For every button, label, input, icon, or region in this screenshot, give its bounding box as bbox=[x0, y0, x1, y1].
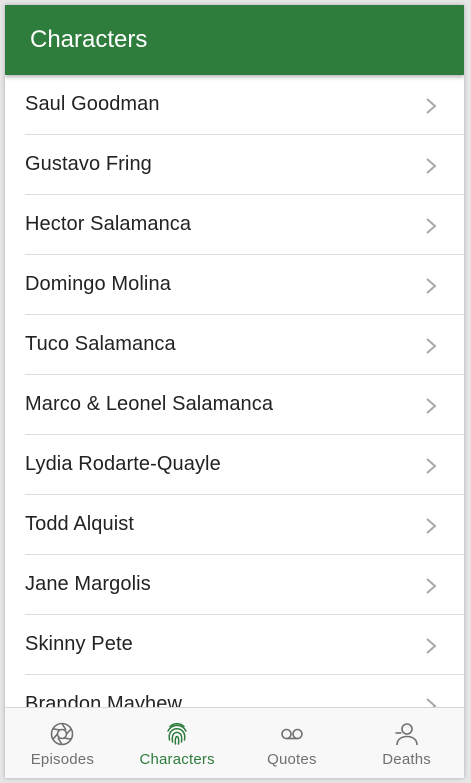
list-item-label: Domingo Molina bbox=[25, 273, 171, 295]
tab-label: Quotes bbox=[267, 751, 317, 768]
list-item[interactable]: Domingo Molina bbox=[25, 255, 464, 315]
tab-quotes[interactable]: Quotes bbox=[235, 708, 350, 778]
bottom-tab-bar: Episodes Characters Quotes Deaths bbox=[5, 707, 464, 778]
list-item[interactable]: Tuco Salamanca bbox=[25, 315, 464, 375]
list-item-label: Saul Goodman bbox=[25, 93, 160, 115]
page-title: Characters bbox=[30, 26, 148, 53]
fingerprint-icon bbox=[167, 722, 187, 745]
tab-characters[interactable]: Characters bbox=[120, 708, 235, 778]
app-window: Characters Saul Goodman Gustavo Fring He… bbox=[5, 5, 464, 778]
chevron-right-icon bbox=[426, 458, 437, 474]
tab-deaths[interactable]: Deaths bbox=[349, 708, 464, 778]
person-minus-icon bbox=[395, 723, 418, 746]
tab-label: Episodes bbox=[30, 751, 95, 768]
list-item-label: Gustavo Fring bbox=[25, 153, 152, 175]
chevron-right-icon bbox=[426, 158, 437, 174]
tab-label: Deaths bbox=[382, 751, 431, 768]
chevron-right-icon bbox=[426, 518, 437, 534]
list-item[interactable]: Todd Alquist bbox=[25, 495, 464, 555]
chevron-right-icon bbox=[426, 98, 437, 114]
chevron-right-icon bbox=[426, 638, 437, 654]
list-item-label: Skinny Pete bbox=[25, 633, 133, 655]
aperture-icon bbox=[51, 722, 74, 746]
list-item[interactable]: Gustavo Fring bbox=[25, 135, 464, 195]
chevron-right-icon bbox=[426, 578, 437, 594]
list-item[interactable]: Hector Salamanca bbox=[25, 195, 464, 255]
list-item[interactable]: Marco & Leonel Salamanca bbox=[25, 375, 464, 435]
list-item[interactable]: Jane Margolis bbox=[25, 555, 464, 615]
list-item-label: Hector Salamanca bbox=[25, 213, 192, 235]
list-item[interactable]: Lydia Rodarte-Quayle bbox=[25, 435, 464, 495]
tab-label: Characters bbox=[139, 751, 215, 768]
list-item-label: Todd Alquist bbox=[25, 513, 135, 535]
chevron-right-icon bbox=[426, 278, 437, 294]
list-item[interactable]: Saul Goodman bbox=[25, 75, 464, 135]
list-item-label: Brandon Mayhew bbox=[25, 693, 183, 707]
voicemail-icon bbox=[281, 728, 303, 740]
chevron-right-icon bbox=[426, 338, 437, 354]
chevron-right-icon bbox=[426, 698, 437, 707]
list-item-label: Jane Margolis bbox=[25, 573, 151, 595]
list-item[interactable]: Skinny Pete bbox=[25, 615, 464, 675]
character-list[interactable]: Saul Goodman Gustavo Fring Hector Salama… bbox=[5, 75, 464, 707]
list-item-label: Marco & Leonel Salamanca bbox=[25, 393, 274, 415]
list-item[interactable]: Brandon Mayhew bbox=[25, 675, 464, 707]
list-item-label: Tuco Salamanca bbox=[25, 333, 176, 355]
chevron-right-icon bbox=[426, 398, 437, 414]
chevron-right-icon bbox=[426, 218, 437, 234]
tab-episodes[interactable]: Episodes bbox=[5, 708, 120, 778]
list-item-label: Lydia Rodarte-Quayle bbox=[25, 453, 221, 475]
app-header: Characters bbox=[5, 5, 464, 75]
